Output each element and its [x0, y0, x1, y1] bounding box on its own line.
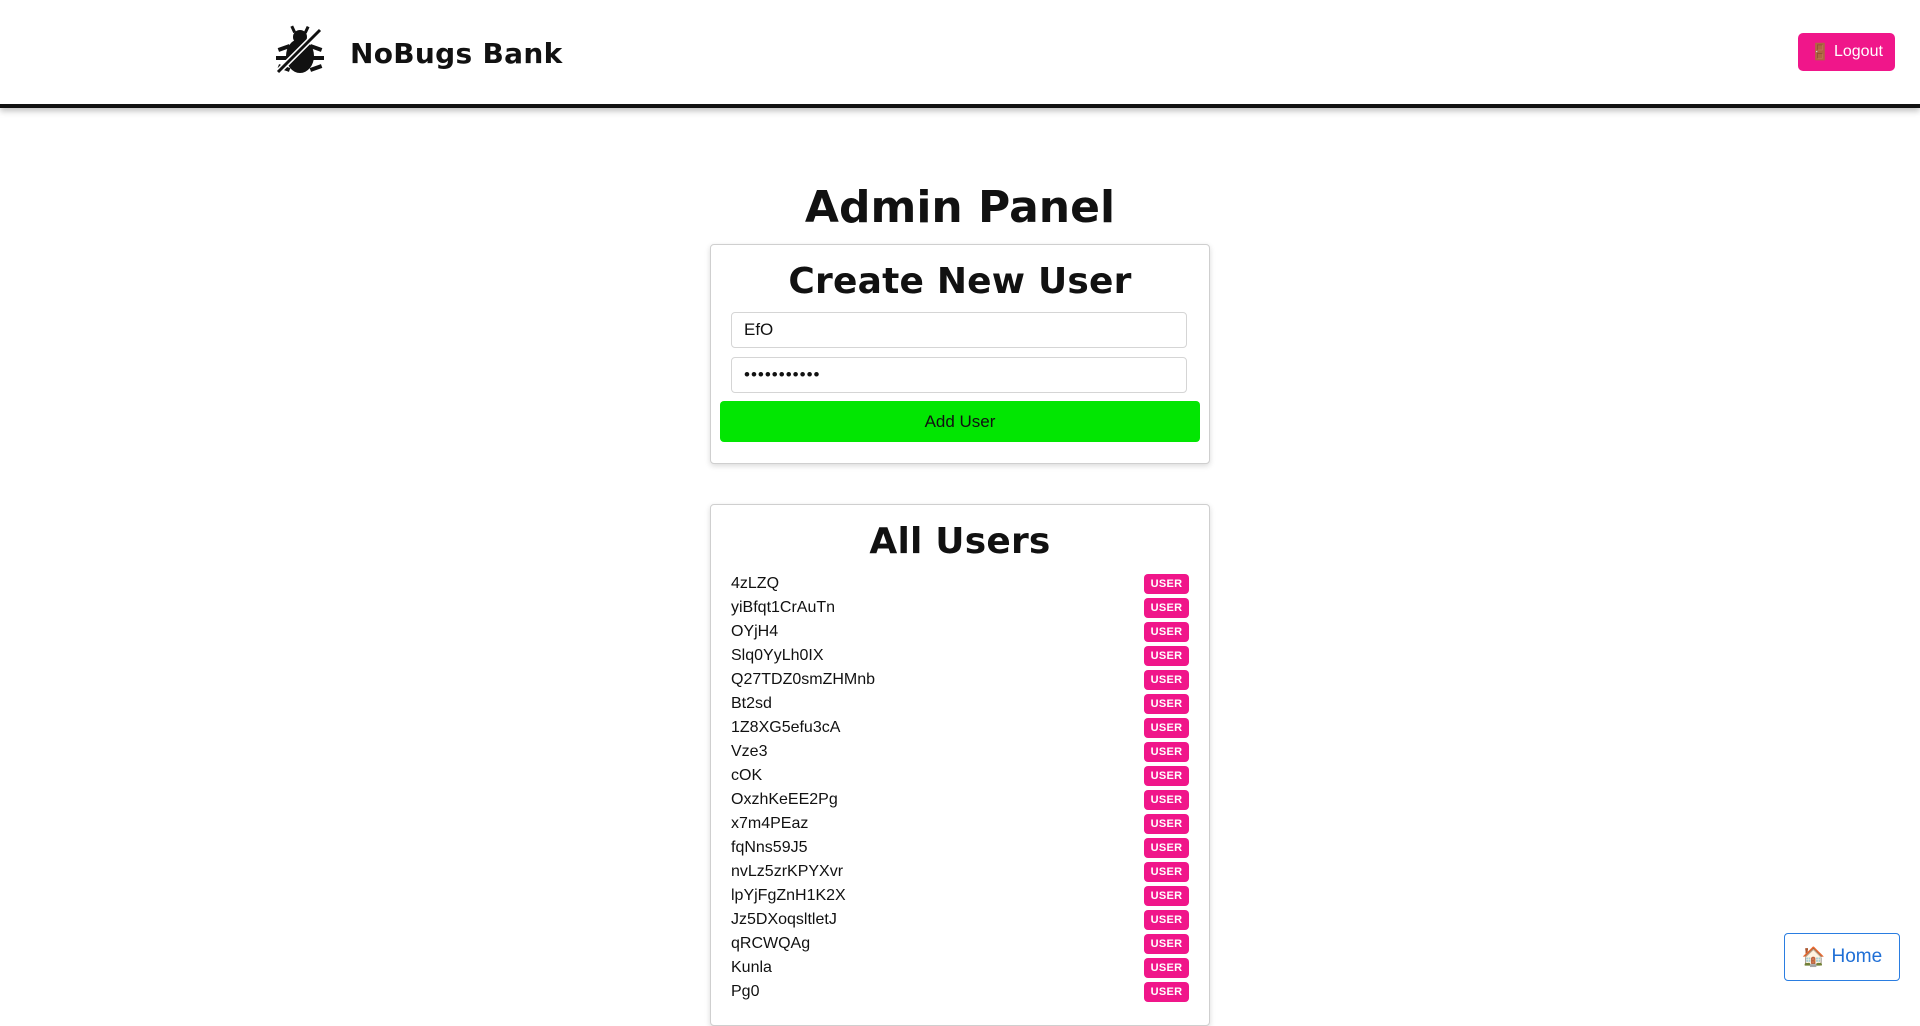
page-title: Admin Panel	[804, 182, 1116, 233]
role-badge: USER	[1144, 718, 1189, 738]
user-list-item: Vze3 USER	[731, 740, 1189, 764]
user-list-item: lpYjFgZnH1K2X USER	[731, 884, 1189, 908]
user-list-item: x7m4PEaz USER	[731, 812, 1189, 836]
user-name: lpYjFgZnH1K2X	[731, 887, 846, 904]
role-badge: USER	[1144, 958, 1189, 978]
role-badge: USER	[1144, 766, 1189, 786]
user-name: Slq0YyLh0IX	[731, 647, 824, 664]
user-list-item: qRCWQAg USER	[731, 932, 1189, 956]
role-badge: USER	[1144, 670, 1189, 690]
role-badge: USER	[1144, 814, 1189, 834]
role-badge: USER	[1144, 646, 1189, 666]
brand[interactable]: NoBugs Bank	[272, 24, 563, 83]
role-badge: USER	[1144, 622, 1189, 642]
role-badge: USER	[1144, 862, 1189, 882]
user-name: OYjH4	[731, 623, 779, 640]
bug-icon	[272, 24, 326, 83]
user-list-item: 4zLZQ USER	[731, 572, 1189, 596]
create-user-card: Create New User Add User	[710, 244, 1210, 464]
user-list-item: yiBfqt1CrAuTn USER	[731, 596, 1189, 620]
user-list-item: Bt2sd USER	[731, 692, 1189, 716]
role-badge: USER	[1144, 982, 1189, 1002]
user-name: 4zLZQ	[731, 575, 780, 592]
role-badge: USER	[1144, 886, 1189, 906]
logout-button[interactable]: 🚪 Logout	[1798, 33, 1895, 71]
all-users-card: All Users 4zLZQ USER yiBfqt1CrAuTn USER OYjH…	[710, 504, 1210, 1026]
user-name: fqNns59J5	[731, 839, 808, 856]
user-list-item: Kunla USER	[731, 956, 1189, 980]
user-name: Jz5DXoqsltletJ	[731, 911, 837, 928]
user-list-item: nvLz5zrKPYXvr USER	[731, 860, 1189, 884]
user-list-item: Jz5DXoqsltletJ USER	[731, 908, 1189, 932]
username-input[interactable]	[731, 312, 1187, 348]
create-user-title: Create New User	[788, 261, 1132, 302]
brand-name: NoBugs Bank	[350, 37, 563, 70]
user-list-item: cOK USER	[731, 764, 1189, 788]
door-icon: 🚪	[1810, 44, 1830, 61]
user-list: 4zLZQ USER yiBfqt1CrAuTn USER OYjH4 USER Slq0Y…	[731, 572, 1189, 1004]
user-name: nvLz5zrKPYXvr	[731, 863, 844, 880]
user-list-item: Slq0YyLh0IX USER	[731, 644, 1189, 668]
user-name: Pg0	[731, 983, 760, 1000]
home-label: Home	[1831, 946, 1883, 967]
user-name: Bt2sd	[731, 695, 772, 712]
house-icon: 🏠	[1801, 947, 1826, 968]
password-input[interactable]	[731, 357, 1187, 393]
user-name: Kunla	[731, 959, 772, 976]
user-name: cOK	[731, 767, 763, 784]
user-name: 1Z8XG5efu3cA	[731, 719, 841, 736]
role-badge: USER	[1144, 694, 1189, 714]
home-button[interactable]: 🏠 Home	[1784, 933, 1900, 981]
user-name: OxzhKeEE2Pg	[731, 791, 838, 808]
add-user-button[interactable]: Add User	[720, 401, 1200, 442]
user-list-item: 1Z8XG5efu3cA USER	[731, 716, 1189, 740]
role-badge: USER	[1144, 910, 1189, 930]
role-badge: USER	[1144, 838, 1189, 858]
user-name: qRCWQAg	[731, 935, 811, 952]
user-list-item: OxzhKeEE2Pg USER	[731, 788, 1189, 812]
role-badge: USER	[1144, 790, 1189, 810]
user-name: Q27TDZ0smZHMnb	[731, 671, 876, 688]
logout-label: Logout	[1833, 43, 1883, 60]
role-badge: USER	[1144, 574, 1189, 594]
top-header: NoBugs Bank 🚪 Logout	[0, 0, 1920, 108]
role-badge: USER	[1144, 742, 1189, 762]
role-badge: USER	[1144, 934, 1189, 954]
user-name: Vze3	[731, 743, 768, 760]
user-list-item: OYjH4 USER	[731, 620, 1189, 644]
user-list-item: Pg0 USER	[731, 980, 1189, 1004]
user-list-item: Q27TDZ0smZHMnb USER	[731, 668, 1189, 692]
role-badge: USER	[1144, 598, 1189, 618]
user-name: x7m4PEaz	[731, 815, 809, 832]
user-name: yiBfqt1CrAuTn	[731, 599, 836, 616]
all-users-title: All Users	[869, 521, 1051, 562]
user-list-item: fqNns59J5 USER	[731, 836, 1189, 860]
